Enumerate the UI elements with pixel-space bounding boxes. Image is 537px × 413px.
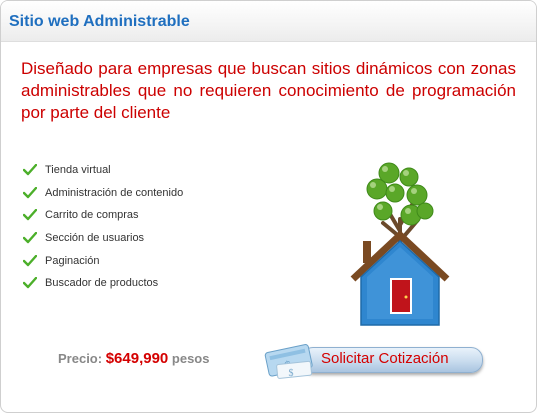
price-label: Precio:: [58, 351, 103, 366]
check-icon: [23, 164, 37, 176]
feature-item: Tienda virtual: [23, 159, 183, 182]
product-card: Sitio web Administrable Diseñado para em…: [0, 0, 537, 413]
check-icon: [23, 232, 37, 244]
card-header: Sitio web Administrable: [1, 1, 536, 42]
request-quote-button[interactable]: $ $ Solicitar Cotización: [263, 337, 485, 381]
feature-item: Carrito de compras: [23, 204, 183, 227]
check-icon: [23, 186, 37, 199]
feature-item: Paginación: [23, 249, 183, 272]
feature-label: Paginación: [45, 254, 100, 267]
price-amount: $649,990: [105, 350, 169, 367]
feature-label: Tienda virtual: [45, 164, 111, 177]
check-icon: [23, 254, 37, 266]
svg-text:$: $: [289, 368, 294, 379]
feature-list: Tienda virtual Administración de conteni…: [23, 159, 183, 295]
feature-label: Administración de contenido: [45, 186, 184, 199]
card-title: Sitio web Administrable: [9, 13, 190, 30]
feature-item: Buscador de productos: [23, 272, 183, 295]
feature-label: Buscador de productos: [45, 277, 159, 290]
house-tree-illustration: [350, 162, 450, 326]
feature-label: Sección de usuarios: [45, 232, 145, 245]
check-icon: [23, 277, 37, 289]
feature-label: Carrito de compras: [45, 209, 139, 222]
check-icon: [23, 209, 37, 221]
money-card-icon: $ $: [264, 344, 313, 379]
product-description: Diseñado para empresas que buscan sitios…: [21, 59, 516, 122]
price-unit: pesos: [171, 351, 210, 366]
request-quote-label[interactable]: Solicitar Cotización: [321, 350, 449, 367]
feature-item: Sección de usuarios: [23, 227, 183, 250]
feature-item: Administración de contenido: [23, 182, 183, 205]
price-line: Precio: $649,990 pesos: [58, 350, 209, 367]
